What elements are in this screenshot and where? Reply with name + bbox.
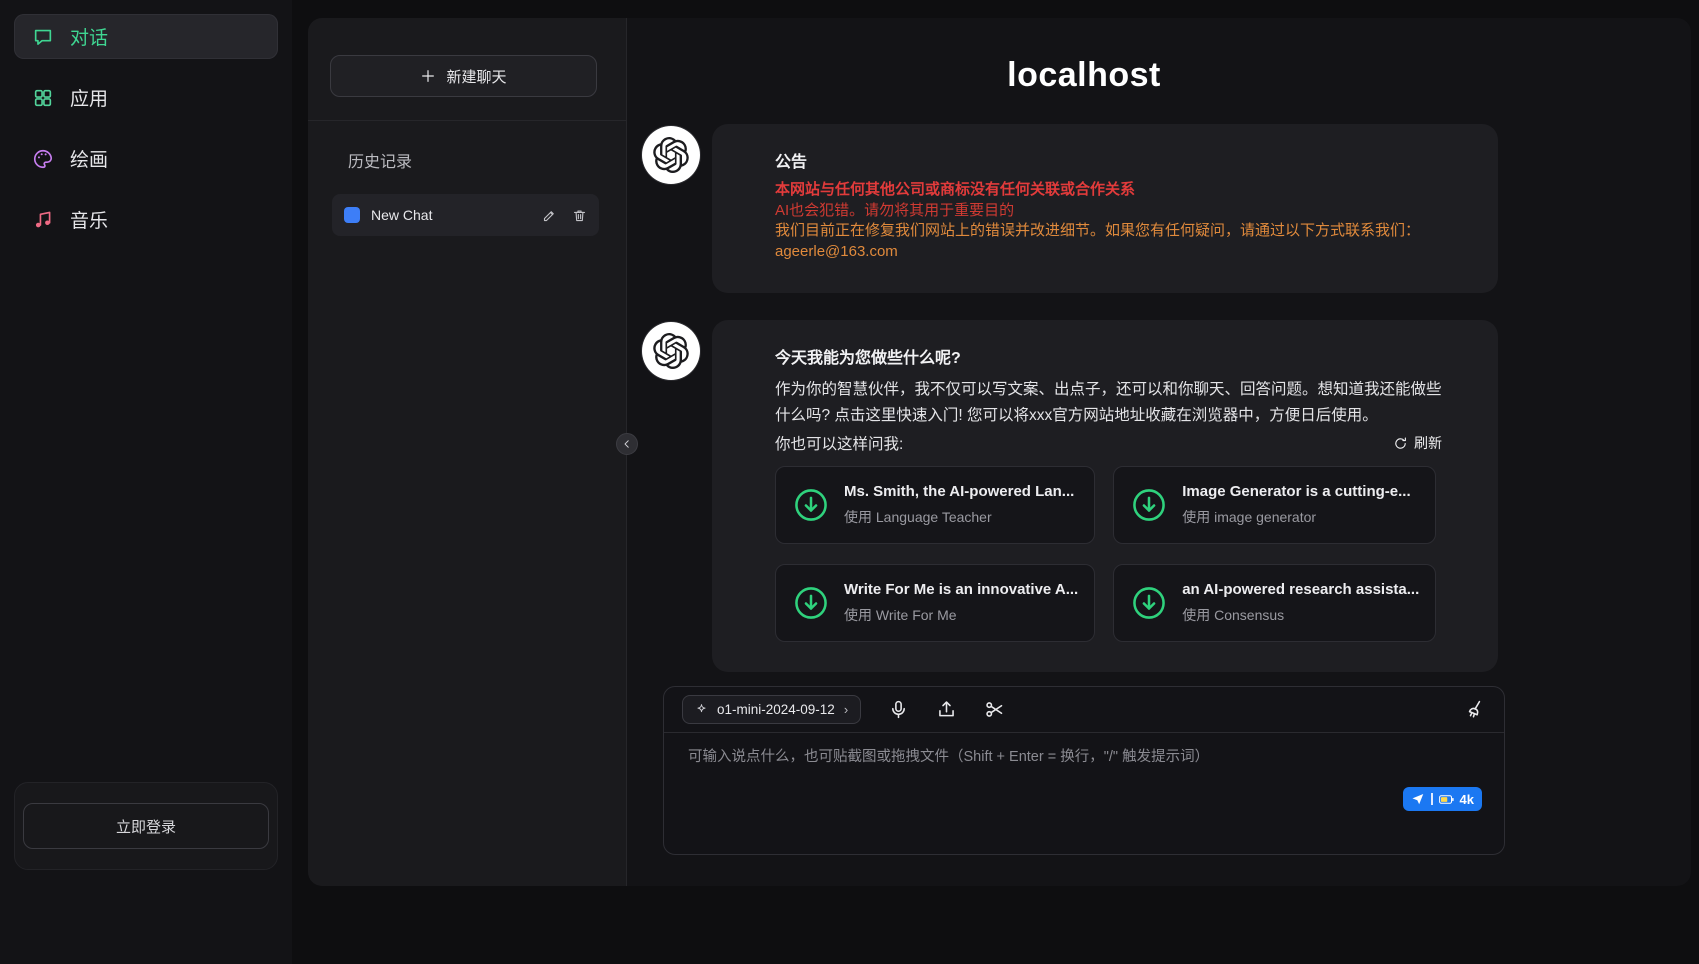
- ask-hint: 你也可以这样问我:: [775, 432, 903, 454]
- plus-icon: [420, 68, 436, 84]
- refresh-label: 刷新: [1414, 433, 1442, 453]
- contact-email-link[interactable]: ageerle@163.com: [775, 242, 898, 263]
- history-heading: 历史记录: [348, 148, 412, 172]
- suggestion-card[interactable]: Image Generator is a cutting-e... 使用 ima…: [1113, 466, 1436, 544]
- microphone-icon: [888, 699, 909, 720]
- suggestion-card[interactable]: Ms. Smith, the AI-powered Lan... 使用 Lang…: [775, 466, 1095, 544]
- welcome-body: 作为你的智慧伙伴，我不仅可以写文案、出点子，还可以和你聊天、回答问题。想知道我还…: [775, 377, 1442, 429]
- announcement-message: 公告 本网站与任何其他公司或商标没有任何关联或合作关系 AI也会犯错。请勿将其用…: [712, 124, 1498, 293]
- upload-icon: [936, 699, 957, 720]
- model-selector[interactable]: o1-mini-2024-09-12 ›: [682, 695, 861, 724]
- refresh-icon: [1393, 436, 1408, 451]
- upload-button[interactable]: [936, 699, 957, 720]
- announcement-line2: AI也会犯错。请勿将其用于重要目的: [775, 201, 1442, 222]
- history-item-title: New Chat: [371, 207, 531, 223]
- announcement-line1: 本网站与任何其他公司或商标没有任何关联或合作关系: [775, 180, 1442, 201]
- sidebar-item-music[interactable]: 音乐: [14, 197, 278, 242]
- suggestion-subtitle: 使用 Language Teacher: [844, 507, 1074, 527]
- sparkle-icon: [695, 703, 708, 716]
- refresh-button[interactable]: 刷新: [1393, 433, 1442, 453]
- apps-icon: [32, 87, 54, 109]
- scissors-icon: [984, 699, 1005, 720]
- circle-arrow-down-icon: [792, 584, 830, 622]
- suggestion-title: an AI-powered research assista...: [1182, 581, 1419, 598]
- broom-icon: [1465, 699, 1486, 720]
- message-input[interactable]: [688, 745, 1482, 807]
- sidebar-item-apps[interactable]: 应用: [14, 75, 278, 120]
- microphone-button[interactable]: [888, 699, 909, 720]
- sidebar-item-chat[interactable]: 对话: [14, 14, 278, 59]
- chat-color-icon: [344, 207, 360, 223]
- model-name: o1-mini-2024-09-12: [717, 702, 835, 717]
- sidebar-item-label: 音乐: [70, 206, 108, 233]
- suggestion-card[interactable]: an AI-powered research assista... 使用 Con…: [1113, 564, 1436, 642]
- suggestion-title: Image Generator is a cutting-e...: [1182, 483, 1410, 500]
- collapse-sidebar-button[interactable]: [616, 433, 638, 455]
- sidebar-nav: 对话 应用 绘画 音乐: [0, 0, 292, 256]
- chevron-right-icon: ›: [844, 702, 848, 717]
- send-token-badge[interactable]: 4k: [1403, 787, 1482, 811]
- openai-logo-icon: [653, 333, 689, 369]
- sidebar-item-label: 应用: [70, 84, 108, 111]
- edit-icon[interactable]: [542, 208, 557, 223]
- circle-arrow-down-icon: [1130, 584, 1168, 622]
- chat-icon: [32, 26, 54, 48]
- circle-arrow-down-icon: [1130, 486, 1168, 524]
- assistant-avatar: [642, 322, 700, 380]
- paper-plane-icon: [1411, 792, 1425, 806]
- palette-icon: [32, 148, 54, 170]
- composer: o1-mini-2024-09-12 › 4k: [663, 686, 1505, 855]
- page-title: localhost: [663, 56, 1505, 95]
- welcome-message: 今天我能为您做些什么呢? 作为你的智慧伙伴，我不仅可以写文案、出点子，还可以和你…: [712, 320, 1498, 672]
- music-icon: [32, 209, 54, 231]
- battery-icon: [1439, 794, 1454, 805]
- suggestion-grid: Ms. Smith, the AI-powered Lan... 使用 Lang…: [775, 466, 1421, 642]
- sidebar-item-label: 绘画: [70, 145, 108, 172]
- circle-arrow-down-icon: [792, 486, 830, 524]
- announcement-title: 公告: [775, 148, 1442, 172]
- suggestion-title: Ms. Smith, the AI-powered Lan...: [844, 483, 1074, 500]
- history-pane: 新建聊天 历史记录 New Chat: [308, 18, 627, 886]
- badge-divider: [1431, 793, 1433, 805]
- suggestion-title: Write For Me is an innovative A...: [844, 581, 1078, 598]
- suggestion-subtitle: 使用 Write For Me: [844, 605, 1078, 625]
- scissors-button[interactable]: [984, 699, 1005, 720]
- sidebar-item-draw[interactable]: 绘画: [14, 136, 278, 181]
- clear-context-button[interactable]: [1465, 699, 1486, 720]
- login-button[interactable]: 立即登录: [23, 803, 269, 849]
- suggestion-card[interactable]: Write For Me is an innovative A... 使用 Wr…: [775, 564, 1095, 642]
- suggestion-subtitle: 使用 image generator: [1182, 507, 1410, 527]
- history-divider: [308, 120, 626, 121]
- new-chat-label: 新建聊天: [446, 66, 506, 87]
- sidebar: 对话 应用 绘画 音乐 立即登录: [0, 0, 292, 964]
- sidebar-item-label: 对话: [70, 23, 108, 50]
- assistant-avatar: [642, 126, 700, 184]
- new-chat-button[interactable]: 新建聊天: [330, 55, 597, 97]
- openai-logo-icon: [653, 137, 689, 173]
- chevron-left-icon: [621, 438, 633, 450]
- announcement-line3: 我们目前正在修复我们网站上的错误并改进细节。如果您有任何疑问，请通过以下方式联系…: [775, 221, 1442, 242]
- login-panel: 立即登录: [14, 782, 278, 870]
- welcome-title: 今天我能为您做些什么呢?: [775, 344, 1442, 368]
- delete-icon[interactable]: [572, 208, 587, 223]
- history-list-item[interactable]: New Chat: [332, 194, 599, 236]
- composer-toolbar: o1-mini-2024-09-12 ›: [664, 687, 1504, 733]
- token-count: 4k: [1460, 792, 1474, 807]
- suggestion-subtitle: 使用 Consensus: [1182, 605, 1419, 625]
